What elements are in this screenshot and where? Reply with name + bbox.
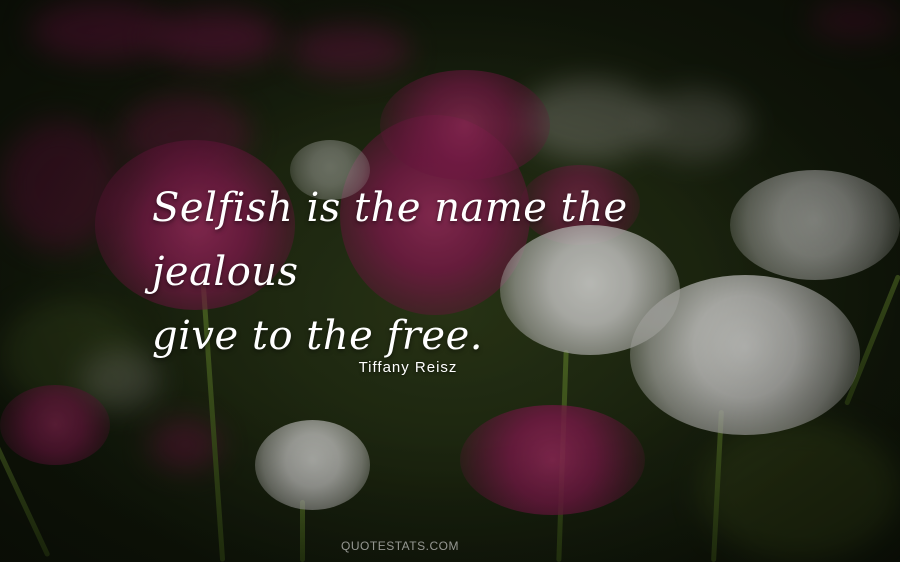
- quote-line-1: Selfish is the name the jealous: [152, 185, 628, 295]
- quote-image: Selfish is the name the jealous give to …: [0, 0, 900, 562]
- quote-line-2: give to the free.: [152, 313, 483, 359]
- quote-text: Selfish is the name the jealous give to …: [152, 176, 772, 368]
- watermark: QUOTESTATS.COM: [341, 539, 459, 553]
- quote-author: Tiffany Reisz: [358, 359, 458, 376]
